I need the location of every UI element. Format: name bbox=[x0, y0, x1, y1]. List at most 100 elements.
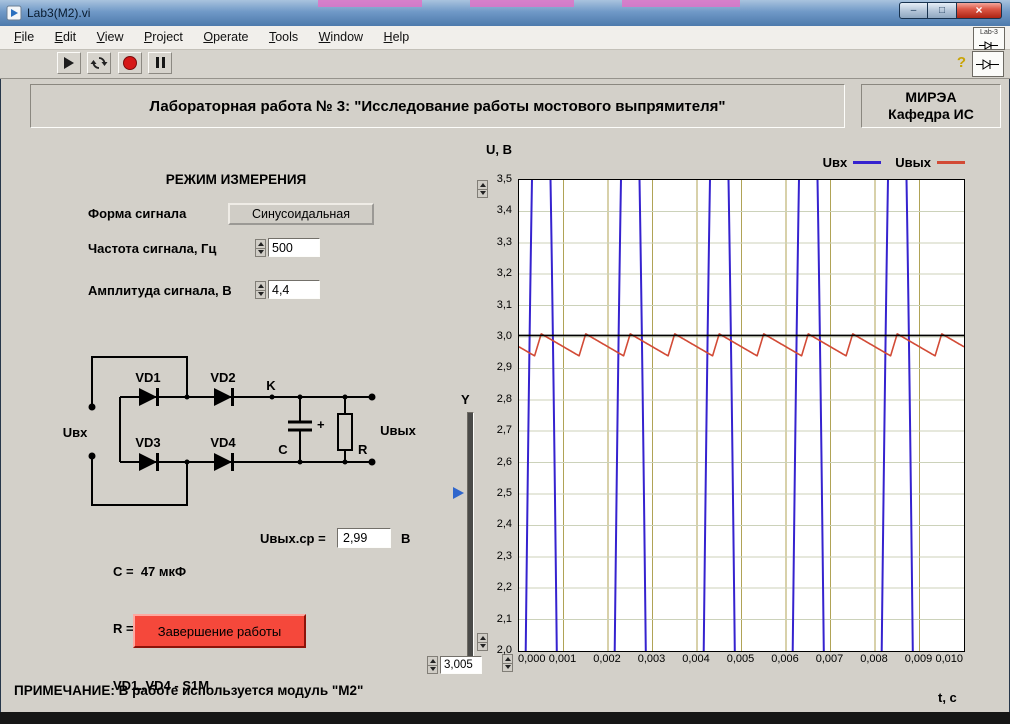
minimize-button[interactable]: – bbox=[899, 2, 928, 19]
x-tick-label: 0,009 bbox=[904, 653, 933, 665]
amplitude-input[interactable] bbox=[268, 280, 320, 299]
uout-line-sample bbox=[937, 161, 965, 164]
y-tick-label: 2,6 bbox=[496, 455, 512, 468]
vi-icon-toolbar[interactable] bbox=[972, 51, 1004, 77]
x-tick-label: 0,002 bbox=[593, 653, 621, 665]
y-slider-spinner[interactable] bbox=[427, 656, 438, 674]
x-tick-label: 0,001 bbox=[548, 653, 577, 665]
x-tick-label: 0,005 bbox=[726, 653, 755, 665]
pause-icon bbox=[154, 56, 166, 71]
y-axis-title: U, В bbox=[486, 142, 512, 157]
run-continuously-icon bbox=[90, 57, 108, 69]
plus-label: + bbox=[317, 417, 325, 432]
y-tick-label: 2,5 bbox=[496, 487, 512, 499]
x-tick-label: 0,010 bbox=[935, 653, 963, 665]
help-button[interactable]: ? bbox=[957, 54, 966, 71]
c-label: C bbox=[278, 442, 288, 457]
y-slider-label: Y bbox=[461, 392, 470, 407]
spec-capacitor: C = 47 мкФ bbox=[113, 564, 187, 579]
finish-button[interactable]: Завершение работы bbox=[133, 614, 306, 648]
run-button[interactable] bbox=[57, 52, 81, 74]
x-scale-spinner[interactable] bbox=[502, 654, 513, 672]
background-artifact bbox=[470, 0, 574, 7]
chart-legend: Uвх Uвых bbox=[780, 155, 965, 170]
note-text: ПРИМЕЧАНИЕ: В работе используется модуль… bbox=[14, 683, 364, 698]
toolbar: ? bbox=[0, 50, 1010, 79]
y-tick-label: 3,5 bbox=[496, 173, 512, 185]
y-tick-label: 3,2 bbox=[496, 267, 512, 280]
waveform-svg bbox=[518, 0, 965, 724]
abort-button[interactable] bbox=[117, 52, 142, 74]
amplitude-label: Амплитуда сигнала, В bbox=[88, 283, 232, 298]
y-slider-pointer[interactable] bbox=[453, 486, 464, 499]
menu-window[interactable]: Window bbox=[311, 26, 371, 44]
close-button[interactable]: × bbox=[957, 2, 1002, 19]
lab-title: Лабораторная работа № 3: "Исследование р… bbox=[30, 84, 845, 128]
vd1-label: VD1 bbox=[135, 370, 160, 385]
uout-avg-label: Uвых.ср = bbox=[260, 531, 326, 546]
uin-line-sample bbox=[853, 161, 882, 164]
labview-window: Lab3(M2).vi – □ × File Edit View Project… bbox=[0, 0, 1010, 724]
diode-icon bbox=[979, 41, 998, 50]
y-tick-label: 2,0 bbox=[496, 644, 512, 656]
diode-symbols bbox=[139, 388, 234, 471]
vd4-label: VD4 bbox=[210, 435, 236, 450]
titlebar[interactable]: Lab3(M2).vi – □ × bbox=[0, 0, 1010, 27]
signal-form-label: Форма сигнала bbox=[88, 206, 187, 221]
x-tick-label: 0,004 bbox=[682, 653, 710, 665]
menu-project[interactable]: Project bbox=[136, 26, 191, 44]
pause-button[interactable] bbox=[148, 52, 173, 74]
resistor-symbol bbox=[337, 413, 353, 451]
x-tick-label: 0,007 bbox=[815, 653, 844, 665]
vi-icon-menubar[interactable]: Lab-3 bbox=[973, 27, 1005, 50]
legend-uout: Uвых bbox=[895, 155, 965, 170]
y-tick-label: 2,8 bbox=[496, 392, 512, 405]
menu-view[interactable]: View bbox=[89, 26, 132, 44]
amplitude-spinner[interactable] bbox=[255, 281, 266, 299]
x-tick-label: 0,003 bbox=[637, 653, 666, 665]
capacitor-symbol bbox=[288, 420, 312, 432]
bridge-rectifier-schematic: VD1 VD2 VD3 VD4 K Uвх Uвых + C R bbox=[63, 356, 417, 506]
signal-form-dropdown[interactable]: Синусоидальная bbox=[228, 203, 374, 225]
uout-avg-unit: В bbox=[401, 531, 411, 546]
uout-avg-value: 2,99 bbox=[337, 528, 391, 548]
run-icon bbox=[64, 57, 74, 69]
y-tick-label: 2,9 bbox=[496, 361, 512, 374]
menu-tools[interactable]: Tools bbox=[261, 26, 306, 44]
maximize-button[interactable]: □ bbox=[928, 2, 957, 19]
mode-title: РЕЖИМ ИЗМЕРЕНИЯ bbox=[165, 172, 307, 187]
x-tick-label: 0,000 bbox=[518, 653, 546, 665]
university-name: МИРЭА bbox=[905, 89, 957, 105]
menu-file[interactable]: File bbox=[6, 26, 42, 44]
r-label: R bbox=[358, 442, 368, 457]
uout-label: Uвых bbox=[380, 423, 416, 438]
legend-uout-label: Uвых bbox=[895, 155, 931, 170]
menu-edit[interactable]: Edit bbox=[47, 26, 85, 44]
y-tick-label: 3,3 bbox=[496, 235, 512, 248]
y-tick-label: 3,4 bbox=[496, 204, 512, 217]
frequency-spinner[interactable] bbox=[255, 239, 266, 257]
y-tick-label: 3,0 bbox=[496, 330, 512, 342]
plot-area[interactable] bbox=[518, 0, 965, 724]
y-slider-track[interactable] bbox=[467, 412, 474, 657]
window-bottom-edge bbox=[0, 712, 1010, 724]
menu-help[interactable]: Help bbox=[376, 26, 418, 44]
y-axis-labels: 3,5 3,4 3,3 3,2 3,1 3,0 2,9 2,8 2,7 2,6 2,5 2,4 2,3 2… bbox=[480, 173, 514, 656]
frequency-input[interactable] bbox=[268, 238, 320, 257]
vd3-label: VD3 bbox=[135, 435, 160, 450]
run-continuously-button[interactable] bbox=[87, 52, 112, 74]
university-box: МИРЭА Кафедра ИС bbox=[861, 84, 1001, 128]
y-tick-label: 2,2 bbox=[496, 581, 512, 594]
window-controls: – □ × bbox=[899, 2, 1002, 19]
y-tick-label: 2,4 bbox=[496, 518, 512, 531]
frequency-label: Частота сигнала, Гц bbox=[88, 241, 217, 256]
diode-icon bbox=[976, 58, 999, 70]
menubar: File Edit View Project Operate Tools Win… bbox=[0, 26, 1010, 50]
menu-operate[interactable]: Operate bbox=[195, 26, 256, 44]
background-artifact bbox=[318, 0, 422, 7]
x-tick-label: 0,008 bbox=[860, 653, 888, 665]
k-label: K bbox=[266, 378, 276, 393]
y-slider-value: 3,005 bbox=[440, 656, 482, 674]
x-tick-label: 0,006 bbox=[771, 653, 799, 665]
y-tick-label: 2,7 bbox=[496, 424, 512, 437]
